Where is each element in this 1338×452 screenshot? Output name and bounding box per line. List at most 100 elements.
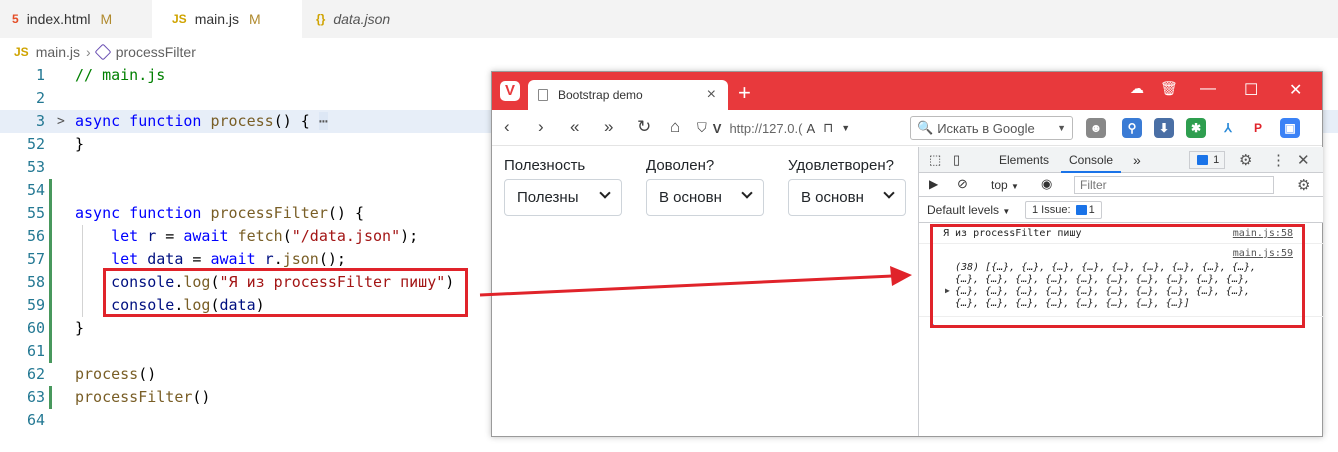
reload-icon[interactable]: ↻ <box>637 117 651 137</box>
code-text: processFilter() <box>75 388 211 406</box>
line-number: 63 <box>26 388 45 406</box>
breadcrumb-symbol[interactable]: processFilter <box>116 44 196 60</box>
fold-chevron-icon[interactable]: > <box>57 110 65 133</box>
tab-label: main.js <box>194 11 240 27</box>
select-satisfied[interactable]: В основн <box>788 179 906 216</box>
forward-icon[interactable]: › <box>538 117 544 137</box>
cloud-icon[interactable]: ☁ <box>1130 80 1144 97</box>
extension-puzzle-icon[interactable]: ✱ <box>1186 118 1206 138</box>
code-text: } <box>75 319 85 337</box>
browser-titlebar: V Bootstrap demo × + ☁ 🗑 — ☐ ✕ <box>492 72 1322 110</box>
fast-forward-icon[interactable]: » <box>604 117 613 137</box>
line-number: 56 <box>26 227 45 245</box>
close-tab-icon[interactable]: × <box>707 86 716 104</box>
tab-console[interactable]: Console <box>1061 147 1122 173</box>
new-tab-icon[interactable]: + <box>738 80 751 106</box>
home-icon[interactable]: ⌂ <box>670 117 680 137</box>
back-icon[interactable]: ‹ <box>504 117 510 137</box>
issues-button[interactable]: 1 Issue: 1 <box>1025 201 1102 219</box>
json-icon: {} <box>316 12 326 26</box>
sidebar-toggle-icon[interactable]: ▶ <box>929 177 938 191</box>
tab-index-html[interactable]: 5 index.html M <box>0 0 152 38</box>
breadcrumb-file[interactable]: main.js <box>36 44 80 60</box>
device-toggle-icon[interactable]: ▯ <box>953 147 960 173</box>
line-number: 58 <box>26 273 45 291</box>
select-value: В основн <box>659 189 722 206</box>
code-text: // main.js <box>75 66 166 84</box>
code-text: process() <box>75 365 157 383</box>
more-tabs-icon[interactable]: » <box>1133 147 1141 173</box>
code-text: async function process() { ⋯ <box>75 112 328 130</box>
tab-elements[interactable]: Elements <box>999 147 1049 173</box>
highlight-box-console <box>930 224 1305 328</box>
eye-icon[interactable]: ◉ <box>1041 176 1052 192</box>
select-pleased[interactable]: В основн <box>646 179 764 216</box>
extension-download-icon[interactable]: ⬇ <box>1154 118 1174 138</box>
html5-icon: 5 <box>12 12 19 26</box>
extension-key-icon[interactable]: ⚲ <box>1122 118 1142 138</box>
search-bar[interactable]: 🔍 Искать в Google ▼ <box>910 116 1073 140</box>
chevron-down-icon <box>741 187 753 199</box>
maximize-icon[interactable]: ☐ <box>1244 80 1258 100</box>
line-number: 52 <box>26 135 45 153</box>
extension-avatar-icon[interactable]: ☻ <box>1086 118 1106 138</box>
rewind-icon[interactable]: « <box>570 117 579 137</box>
code-text: let r = await fetch("/data.json"); <box>111 227 419 245</box>
bookmark-icon[interactable]: ⊓ <box>823 120 833 136</box>
browser-tab[interactable]: Bootstrap demo × <box>528 80 728 110</box>
tab-data-json[interactable]: {} data.json <box>302 0 442 38</box>
devtools-tabbar: ⬚ ▯ Elements Console » 1 ⚙ ⋮ ✕ <box>919 147 1323 173</box>
line-number: 57 <box>26 250 45 268</box>
address-bar[interactable]: ⛉ V http://127.0.( A ⊓ ▼ <box>697 116 904 140</box>
page-icon <box>538 89 548 101</box>
context-select[interactable]: top ▼ <box>991 178 1019 192</box>
chevron-down-icon <box>599 187 611 199</box>
vivaldi-v-icon: V <box>712 120 722 136</box>
field-label: Полезность <box>504 157 586 174</box>
url-text[interactable]: http://127.0.( <box>729 121 802 136</box>
console-settings-icon[interactable]: ⚙ <box>1297 176 1310 194</box>
levels-dropdown[interactable]: Default levels ▼ <box>927 203 1010 217</box>
code-text: } <box>75 135 85 153</box>
breadcrumb: JS main.js › processFilter <box>14 42 196 62</box>
line-number: 55 <box>26 204 45 222</box>
select-usefulness[interactable]: Полезны <box>504 179 622 216</box>
console-toolbar: ▶ ⊘ top ▼ ◉ Filter ⚙ <box>919 173 1323 197</box>
web-page: Полезность Полезны Доволен? В основн Удо… <box>492 147 918 436</box>
inspect-icon[interactable]: ⬚ <box>929 147 941 173</box>
close-devtools-icon[interactable]: ✕ <box>1297 151 1310 169</box>
method-cube-icon <box>94 43 112 61</box>
vivaldi-logo-icon[interactable]: V <box>500 81 520 101</box>
search-icon: 🔍 <box>917 120 934 135</box>
extension-vpn-icon[interactable]: ⅄ <box>1218 118 1238 138</box>
folded-ellipsis[interactable]: ⋯ <box>318 112 328 130</box>
messages-badge[interactable]: 1 <box>1189 151 1226 169</box>
line-number: 64 <box>26 411 45 429</box>
filter-input[interactable]: Filter <box>1074 176 1274 194</box>
extension-office-icon[interactable]: ▣ <box>1280 118 1300 138</box>
minimize-icon[interactable]: — <box>1200 80 1216 98</box>
close-window-icon[interactable]: ✕ <box>1289 80 1302 100</box>
dropdown-arrow-icon[interactable]: ▼ <box>841 123 850 133</box>
tab-main-js[interactable]: JS main.js M <box>152 0 302 38</box>
browser-navbar: ‹ › « » ↻ ⌂ ⛉ V http://127.0.( A ⊓ ▼ 🔍 И… <box>492 110 1322 146</box>
line-number: 61 <box>26 342 45 360</box>
trash-icon[interactable]: 🗑 <box>1160 80 1178 97</box>
line-number: 60 <box>26 319 45 337</box>
form-group: Удовлетворен? В основн <box>788 157 906 216</box>
field-label: Доволен? <box>646 157 715 174</box>
line-number: 54 <box>26 181 45 199</box>
extension-pin-icon[interactable]: P <box>1248 118 1268 138</box>
clear-console-icon[interactable]: ⊘ <box>957 176 968 192</box>
javascript-icon: JS <box>14 45 29 59</box>
shield-icon[interactable]: ⛉ <box>697 120 707 136</box>
line-number: 1 <box>35 66 45 84</box>
dropdown-arrow-icon[interactable]: ▼ <box>1057 123 1066 133</box>
line-number: 2 <box>35 89 45 107</box>
tab-label: index.html <box>26 11 91 27</box>
more-options-icon[interactable]: ⋮ <box>1271 151 1286 169</box>
select-value: В основн <box>801 189 864 206</box>
translate-icon[interactable]: A <box>806 121 815 136</box>
code-text: async function processFilter() { <box>75 204 364 222</box>
settings-gear-icon[interactable]: ⚙ <box>1239 151 1252 169</box>
